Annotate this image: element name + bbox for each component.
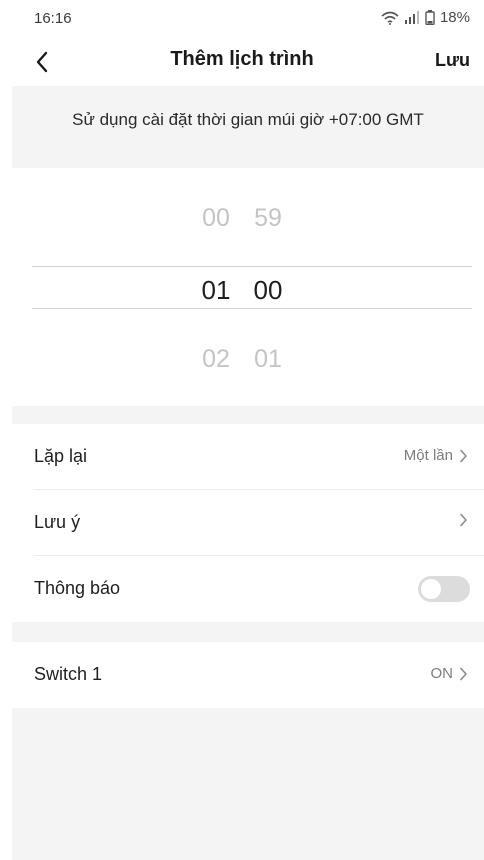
repeat-value: Một lần	[404, 447, 468, 464]
chevron-right-icon	[460, 513, 467, 527]
section-gap	[12, 406, 484, 424]
notification-row: Thông báo	[12, 556, 484, 622]
switch-row[interactable]: Switch 1 ON	[12, 642, 484, 708]
picker-minute: 59	[254, 204, 282, 232]
picker-row-selected[interactable]: 01 00	[0, 275, 484, 306]
picker-hour: 00	[202, 204, 230, 232]
picker-hour: 01	[201, 275, 231, 305]
time-picker[interactable]: 00 59 01 00 02 01	[0, 170, 484, 406]
switch-value: ON	[431, 665, 469, 682]
page-title: Thêm lịch trình	[170, 48, 314, 70]
note-label: Lưu ý	[34, 512, 81, 532]
timezone-banner: Sử dụng cài đặt thời gian múi giờ +07:00…	[12, 86, 484, 168]
picker-minute: 01	[254, 345, 282, 373]
status-bar: 16:16 18%	[0, 0, 484, 40]
repeat-label: Lặp lại	[34, 446, 88, 466]
picker-row-next[interactable]: 02 01	[0, 345, 484, 374]
timezone-text: Sử dụng cài đặt thời gian múi giờ +07:00…	[72, 110, 424, 129]
picker-row-previous[interactable]: 00 59	[0, 204, 484, 233]
toggle-knob	[421, 579, 441, 599]
switch-value-text: ON	[430, 665, 454, 682]
battery-percent: 18%	[439, 9, 470, 26]
wifi-icon	[381, 11, 399, 25]
status-time: 16:16	[34, 10, 72, 27]
notification-label: Thông báo	[34, 578, 121, 598]
chevron-right-icon	[460, 667, 467, 680]
bottom-empty-area	[12, 708, 484, 860]
status-icons: 18%	[381, 9, 470, 26]
battery-icon	[425, 10, 435, 25]
section-gap	[12, 622, 484, 642]
picker-minute: 00	[253, 275, 283, 305]
note-value	[459, 513, 468, 527]
notification-toggle[interactable]	[418, 576, 470, 602]
repeat-value-text: Một lần	[403, 447, 453, 464]
chevron-right-icon	[460, 449, 467, 462]
signal-icon	[404, 11, 419, 24]
switch-label: Switch 1	[34, 664, 103, 684]
app-screen: 16:16 18% Thêm lịch trình Lưu Sử dụng cà…	[0, 0, 484, 860]
header: Thêm lịch trình Lưu	[0, 40, 484, 84]
picker-selection-line-bottom	[32, 308, 472, 309]
save-button[interactable]: Lưu	[435, 50, 470, 71]
repeat-row[interactable]: Lặp lại Một lần	[12, 424, 484, 490]
picker-selection-line-top	[32, 266, 472, 267]
picker-hour: 02	[202, 345, 230, 373]
note-row[interactable]: Lưu ý	[12, 490, 484, 556]
